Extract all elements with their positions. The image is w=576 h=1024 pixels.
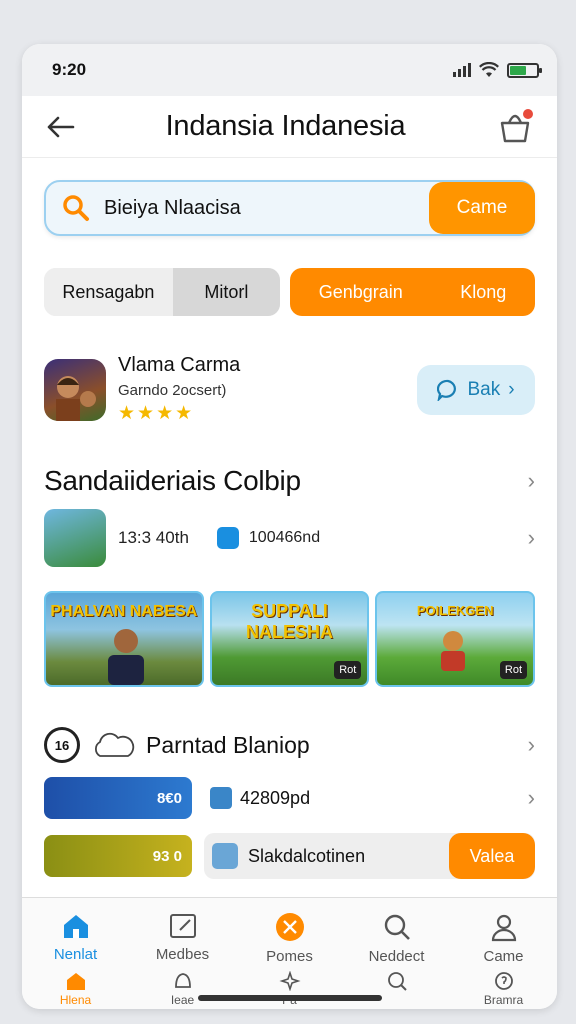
tab-medbes[interactable]: Medbes (138, 912, 228, 965)
stat-time: 13:3 40th (118, 528, 189, 547)
status-time: 9:20 (52, 60, 87, 79)
tab-home[interactable]: Nenlat (31, 912, 121, 965)
cloud-icon (94, 732, 135, 757)
tab-row-secondary: Hlena Ieae Pa Bramra (22, 971, 557, 1007)
chevron-right-icon: › (527, 732, 535, 757)
package-icon (216, 527, 239, 549)
segment-option-b[interactable]: Mitorl (172, 268, 280, 316)
game-card-title: Slakdalcotinen (248, 845, 366, 866)
game-thumbnail (44, 358, 106, 421)
cart-button[interactable] (495, 106, 535, 147)
back-arrow-icon[interactable] (44, 111, 76, 143)
tab2-home[interactable]: Hlena (31, 971, 121, 1007)
list-item-text: 42809pd (240, 787, 311, 808)
app-icon (212, 843, 238, 869)
page-title: Indansia Indanesia (165, 110, 406, 142)
chevron-right-icon: › (527, 468, 535, 493)
search-icon (384, 914, 410, 940)
filter-button-group[interactable]: Genbgrain Klong (290, 268, 535, 316)
tab2-search[interactable] (352, 971, 442, 1007)
phone-screen: 9:20 Indansia Indanesia Bieiya Nlaacisa … (22, 44, 557, 1009)
search-icon (63, 195, 89, 221)
signal-icon (453, 63, 471, 77)
info-icon (494, 972, 513, 990)
tab-label: Hlena (59, 993, 92, 1007)
battery-icon (507, 62, 542, 78)
banner-caption: SUPPALI NALESHA (246, 601, 334, 642)
banner-caption: PHALVAN NABESA (50, 603, 198, 620)
section-title-1: Sandaiideriais Colbip (44, 465, 301, 496)
tab2-pa[interactable]: Pa (245, 971, 335, 1007)
banner-carousel: PHALVAN NABESA SUPPALI NALESHA Rot POILE… (44, 591, 536, 687)
game-banner[interactable]: SUPPALI NALESHA Rot (209, 591, 370, 687)
game-thumbnail-small (44, 509, 106, 567)
wifi-icon (479, 62, 499, 77)
tab-label: Came (483, 948, 524, 965)
segment-option-a[interactable]: Rensagabn (44, 268, 173, 316)
banner-badge: Rot (334, 661, 362, 679)
app-icon (210, 787, 232, 809)
age-badge-icon: 16 (44, 727, 80, 763)
home-icon (63, 915, 88, 938)
home-icon (66, 973, 85, 990)
chevron-right-icon: › (527, 525, 535, 550)
chevron-right-icon: › (527, 785, 535, 810)
bak-button[interactable]: Bak › (417, 364, 535, 415)
tab2-bramra[interactable]: Bramra (459, 971, 549, 1007)
game-banner[interactable]: POILEKGEN Rot (375, 591, 536, 687)
tab-neddect[interactable]: Neddect (352, 912, 442, 965)
game-name: Vlama Carma (118, 354, 241, 376)
edit-icon (169, 914, 196, 938)
search-bar[interactable]: Bieiya Nlaacisa Came (44, 180, 535, 236)
section-header-2[interactable]: 16 Parntad Blaniop › (44, 727, 535, 763)
filter-option-a[interactable]: Genbgrain (319, 282, 403, 303)
stat-count: 100466nd (248, 529, 321, 546)
list-item: 93 0 Slakdalcotinen Valea (44, 833, 535, 879)
list-item[interactable]: 8€0 42809pd › (44, 777, 535, 819)
game-pill-banner[interactable]: 93 0 (44, 835, 192, 877)
tab2-ieae[interactable]: Ieae (138, 971, 228, 1007)
status-icons (453, 62, 542, 78)
game-pill-banner: 8€0 (44, 777, 192, 819)
valea-button[interactable]: Valea (449, 833, 535, 879)
banner-badge: Rot (499, 661, 528, 679)
tab-label: Nenlat (53, 946, 98, 963)
bottom-tab-bar: Nenlat Medbes Pomes Neddect Came Hlena I… (22, 897, 557, 1009)
search-icon (387, 972, 407, 991)
bell-icon (174, 973, 191, 988)
chat-bubble-icon (437, 379, 457, 401)
tab-label: Ieae (170, 993, 195, 1007)
game-card[interactable]: Slakdalcotinen Valea (204, 833, 535, 879)
star-rating: ★★★★ (118, 403, 195, 424)
notification-badge (521, 106, 535, 121)
tab-label: Neddect (368, 948, 425, 965)
search-input[interactable]: Bieiya Nlaacisa (104, 197, 429, 220)
section-header-1[interactable]: Sandaiideriais Colbip › (44, 465, 535, 497)
stat-row-1[interactable]: 13:3 40th 100466nd › (44, 509, 535, 567)
tab-label: Bramra (483, 993, 524, 1007)
home-indicator[interactable] (197, 995, 382, 1001)
sparkle-icon (278, 971, 301, 991)
tab-pomes[interactable]: Pomes (245, 912, 335, 965)
tab-label: Medbes (155, 946, 210, 963)
banner-caption: POILEKGEN (416, 603, 494, 618)
bak-button-label: Bak (467, 378, 501, 400)
chevron-right-icon: › (508, 378, 515, 400)
search-button[interactable]: Came (429, 182, 535, 234)
status-bar: 9:20 (22, 44, 557, 96)
tab-label: Pomes (266, 948, 313, 965)
game-banner[interactable]: PHALVAN NABESA (44, 591, 204, 687)
section-title-2: Parntad Blaniop (146, 731, 310, 758)
segment-control: Rensagabn Mitorl (44, 268, 280, 316)
filter-option-b[interactable]: Klong (460, 282, 506, 303)
app-header: Indansia Indanesia (22, 96, 557, 158)
user-icon (491, 914, 516, 942)
segment-row: Rensagabn Mitorl Genbgrain Klong (44, 268, 535, 316)
game-info: Vlama Carma Garndo 2ocsert) ★★★★ (118, 354, 417, 425)
tab-came[interactable]: Came (459, 912, 549, 965)
close-circle-icon (275, 913, 304, 941)
featured-game[interactable]: Vlama Carma Garndo 2ocsert) ★★★★ Bak › (44, 354, 535, 425)
tab-row-primary: Nenlat Medbes Pomes Neddect Came (22, 898, 557, 965)
game-subtitle: Garndo 2ocsert) (118, 382, 227, 399)
